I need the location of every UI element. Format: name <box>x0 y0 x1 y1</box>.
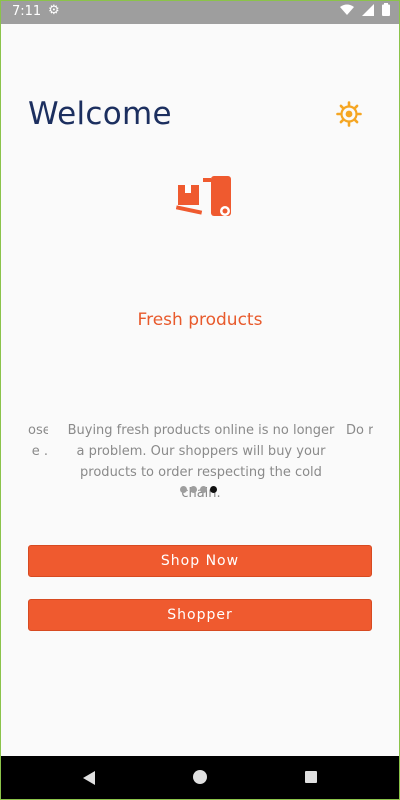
delivery-truck-icon <box>176 176 231 216</box>
sun-gear-icon[interactable] <box>336 101 362 127</box>
next-slide-peek: Do r purc <box>346 423 373 438</box>
page-indicator[interactable] <box>180 486 217 493</box>
page-dot[interactable] <box>190 486 197 493</box>
recent-apps-icon[interactable] <box>305 771 317 783</box>
page-dot[interactable] <box>180 486 187 493</box>
status-time: 7:11 <box>12 4 42 19</box>
onboarding-carousel[interactable]: ose e . Buying fresh products online is … <box>0 420 400 501</box>
home-icon[interactable] <box>193 770 207 784</box>
status-bar: 7:11 ⚙ <box>0 0 400 24</box>
shop-now-button[interactable]: Shop Now <box>28 545 372 577</box>
slide-title: Fresh products <box>137 310 263 330</box>
page-title: Welcome <box>28 96 172 132</box>
back-icon[interactable] <box>82 770 96 786</box>
navigation-bar <box>0 756 400 800</box>
status-icons <box>340 3 390 16</box>
previous-slide-peek: ose e . <box>28 423 48 459</box>
page-dot-active[interactable] <box>210 486 217 493</box>
battery-icon <box>382 3 390 16</box>
settings-gear-icon: ⚙ <box>48 3 60 18</box>
page-dot[interactable] <box>200 486 207 493</box>
shopper-button[interactable]: Shopper <box>28 599 372 631</box>
wifi-icon <box>340 4 354 15</box>
welcome-screen: Welcome Fresh products ose e . Buying fr… <box>0 24 400 756</box>
signal-icon <box>362 3 374 16</box>
